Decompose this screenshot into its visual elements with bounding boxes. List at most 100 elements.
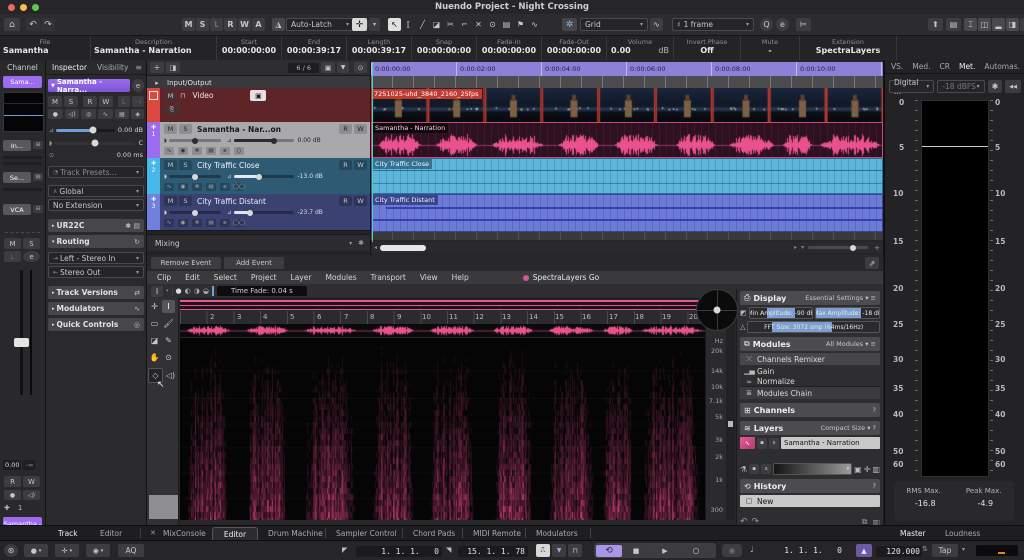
menu-edit[interactable]: Edit [185, 273, 200, 282]
tempo-spinner[interactable]: ⇅ [922, 545, 928, 553]
mute-tool[interactable]: ✕ [472, 18, 485, 31]
channel-edit-button[interactable]: e [23, 251, 40, 262]
module-channels-remixer[interactable]: ⤫ Channels Remixer [740, 353, 880, 365]
layer-name[interactable]: Samantha - Narration [781, 437, 880, 449]
automation-icon[interactable]: ∿ [164, 183, 174, 191]
track-read-button[interactable]: R [339, 196, 352, 206]
modules-section-header[interactable]: ⧉ Modules All Modules ▾ ≡ [740, 337, 880, 351]
comp-tool[interactable]: ▤ [500, 18, 513, 31]
menu-clip[interactable]: Clip [157, 273, 171, 282]
section-ur22c[interactable]: ▸UR22C ✱ ▤ [48, 219, 144, 232]
fft-size-slider[interactable]: FFT Size: 3072 smp (64ms/16Hz) [747, 321, 880, 333]
filter-icon[interactable]: ▼ [337, 62, 349, 73]
suspend-automation-button[interactable]: A [252, 18, 265, 31]
track-volume-slider[interactable] [234, 139, 294, 142]
zoom-in-icon[interactable]: + [874, 244, 880, 252]
lanes-icon[interactable]: ▤ [115, 109, 130, 119]
pencil-tool[interactable]: ✎ [162, 334, 175, 347]
edit-channel-icon[interactable]: e [220, 219, 230, 227]
listen-all-button[interactable]: L [210, 18, 223, 31]
edit-channel-icon[interactable]: e [220, 183, 230, 191]
punch-in-button[interactable]: ⎍ [536, 544, 550, 557]
tab-meter[interactable]: Met. [959, 62, 975, 71]
monitor-icon[interactable]: ◁) [23, 490, 40, 500]
tab-media[interactable]: Med. [912, 62, 930, 71]
track-mute-button[interactable]: M [164, 124, 177, 134]
right-locator-value[interactable]: 15. 1. 1. 78 [458, 546, 528, 557]
menu-project[interactable]: Project [251, 273, 277, 282]
tab-editor-left[interactable]: Editor [100, 529, 122, 538]
record-enable-icon[interactable]: ● [4, 490, 21, 500]
brush-selection-tool[interactable]: 🖌 [162, 317, 175, 330]
channel-track-chip[interactable]: Sama... [3, 76, 42, 88]
info-value-fade-in[interactable]: 00:00:00:00 [477, 46, 541, 55]
audio-record-mode-select[interactable]: ✛▾ [55, 544, 79, 557]
track-read-button[interactable]: R [339, 124, 352, 134]
track-timebase-button[interactable]: ⊣ [132, 96, 144, 107]
redo-button[interactable]: ↷ [41, 18, 55, 31]
layer-footer-solo[interactable]: s [761, 464, 771, 474]
section-routing[interactable]: ▾Routing ↻ [48, 235, 144, 248]
chevron-down-icon[interactable]: ▾ [962, 546, 965, 553]
timeline-ruler[interactable]: 0:00:00:00 0:00:02:00 0:00:04:00 0:00:06… [371, 62, 883, 76]
tab-editor-active[interactable]: Editor [212, 527, 258, 541]
window-setup-icon[interactable]: ⊡ [1020, 18, 1024, 31]
inspector-edit-channel-button[interactable]: e [132, 79, 144, 92]
layer-bypass-button[interactable]: ▪ [757, 438, 767, 449]
direct-monitor-icon[interactable]: ◈ [131, 109, 144, 119]
editor-vertical-scrollbar[interactable] [726, 311, 735, 520]
onscreen-keyboard-icon[interactable]: ▤ [946, 18, 961, 31]
volume-slider[interactable] [56, 129, 115, 132]
record-enable-icon[interactable]: ● [48, 109, 63, 119]
tap-tempo-button[interactable]: Tap [932, 544, 958, 557]
help-icon[interactable]: ? [873, 482, 876, 490]
export-icon[interactable]: ⬆ [928, 18, 943, 31]
remove-event-button[interactable]: Remove Event [151, 257, 221, 269]
track-name[interactable]: City Traffic Close [197, 161, 259, 170]
time-selection-tool[interactable]: I [162, 300, 175, 313]
video-format-icon[interactable]: ⎘ [164, 105, 180, 115]
zone-right-toggle[interactable]: ◨ [1006, 18, 1019, 31]
freeze-icon[interactable]: ◎ [81, 109, 96, 119]
track-volume-slider[interactable] [234, 211, 294, 214]
rms-max-value[interactable]: -16.8 [915, 499, 936, 508]
lock-icon[interactable]: ⊓ [180, 92, 185, 100]
tab-automation[interactable]: Automas. [984, 62, 1020, 71]
unmix-layer-icon[interactable]: ⚗ [740, 465, 747, 474]
tab-drum-machine[interactable]: Drum Machine [268, 529, 323, 538]
warp-tool[interactable]: ⚑ [514, 18, 527, 31]
hand-tool[interactable]: ✋ [148, 351, 161, 364]
sends-bypass-icon[interactable]: ▤ [33, 173, 43, 181]
play-button[interactable]: ▶ [650, 545, 680, 557]
punch-out-button[interactable]: ⊓ [568, 544, 582, 557]
editor-time-ruler[interactable]: 2 3 4 5 6 7 8 9 10 11 12 13 14 15 16 17 … [180, 311, 705, 324]
track-mute-button[interactable]: M [164, 160, 177, 170]
write-all-button[interactable]: W [238, 18, 251, 31]
zoom-preset-icon[interactable]: ▾ [801, 244, 804, 251]
pan-value[interactable]: C [138, 139, 143, 147]
scroll-right-icon[interactable]: ▸ [794, 244, 797, 251]
iterative-quantize-button[interactable]: e [776, 18, 789, 31]
output-routing-select[interactable]: ⇤ Stereo Out ▾ [48, 266, 144, 278]
module-normalize[interactable]: ≈ Normalize [740, 377, 880, 386]
record-icon[interactable]: ○ [234, 147, 244, 155]
monitor-icon[interactable]: ◉ [178, 219, 188, 227]
automation-panel-icon[interactable]: ◮ [272, 18, 285, 31]
playhead[interactable] [372, 62, 373, 242]
track-row-samantha[interactable]: ✚ 1 M S Samantha - Nar...on R W ◗ ⊿ 0.00… [147, 122, 370, 159]
time-fade-field[interactable]: Time Fade: 0.04 s [217, 286, 307, 296]
channel-read-button[interactable]: R [4, 476, 21, 487]
layers-section-header[interactable]: ≋ Layers Compact Size ▾ ? [740, 421, 880, 435]
track-solo-button[interactable]: S [64, 96, 78, 107]
history-section-header[interactable]: ⟲ History ? [740, 479, 880, 493]
close-lower-zone-icon[interactable]: ✕ [150, 529, 156, 537]
vca-icon[interactable]: ⊟ [33, 205, 43, 213]
menu-view[interactable]: View [420, 273, 438, 282]
layer-row[interactable]: ∿ ▪ s Samantha - Narration [740, 437, 880, 449]
layer-solo-button[interactable]: s [769, 438, 779, 449]
inspector-menu-icon[interactable]: ≡ [135, 63, 142, 72]
tab-master[interactable]: Master [900, 529, 926, 538]
left-locator-icon[interactable]: ◤ [342, 546, 347, 554]
snap-type-select[interactable]: Grid ▾ [580, 18, 648, 31]
automation-icon[interactable]: ∿ [164, 219, 174, 227]
